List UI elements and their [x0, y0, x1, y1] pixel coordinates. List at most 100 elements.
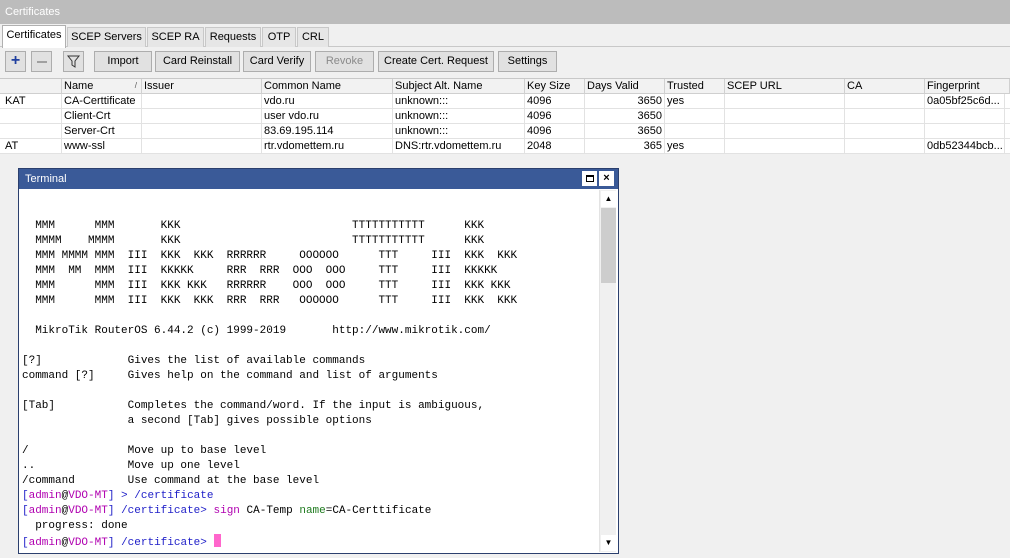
cell-flags: KAT	[0, 94, 62, 109]
window-title: Certificates	[0, 0, 1010, 24]
col-trusted[interactable]: Trusted	[665, 79, 725, 94]
settings-button[interactable]: Settings	[498, 51, 557, 72]
cell-subject-alt-name: unknown:::	[393, 109, 525, 124]
table-header: Name / Issuer Common Name Subject Alt. N…	[0, 79, 1010, 94]
minus-icon	[37, 61, 47, 63]
cell-ca	[845, 94, 925, 109]
cell-ca	[845, 139, 925, 154]
col-name-label: Name	[64, 80, 94, 92]
cell-name: www-ssl	[62, 139, 142, 154]
tab-certificates[interactable]: Certificates	[2, 25, 66, 48]
col-days-valid[interactable]: Days Valid	[585, 79, 665, 94]
add-button[interactable]: +	[5, 51, 26, 72]
tab-otp[interactable]: OTP	[262, 27, 296, 47]
cell-days-valid: 3650	[585, 94, 665, 109]
cell-name: Server-Crt	[62, 124, 142, 139]
scroll-thumb[interactable]	[601, 208, 616, 283]
terminal-output[interactable]: MMM MMM KKK TTTTTTTTTTT KKK MMMM MMMM KK…	[21, 189, 599, 552]
col-common-name[interactable]: Common Name	[262, 79, 393, 94]
terminal-line: MikroTik RouterOS 6.44.2 (c) 1999-2019 h…	[22, 325, 491, 337]
cell-common-name: rtr.vdomettem.ru	[262, 139, 393, 154]
cell-issuer	[142, 139, 262, 154]
import-button[interactable]: Import	[94, 51, 152, 72]
cell-key-size: 2048	[525, 139, 585, 154]
card-verify-button[interactable]: Card Verify	[243, 51, 311, 72]
terminal-banner: MMM MMM KKK TTTTTTTTTTT KKK MMMM MMMM KK…	[21, 189, 599, 489]
cell-key-size: 4096	[525, 124, 585, 139]
cell-scep-url	[725, 94, 845, 109]
cell-subject-alt-name: DNS:rtr.vdomettem.ru	[393, 139, 525, 154]
table-row[interactable]: Client-Crt user vdo.ru unknown::: 4096 3…	[0, 109, 1010, 124]
maximize-button[interactable]	[582, 171, 597, 186]
tab-scep-ra[interactable]: SCEP RA	[147, 27, 204, 47]
cell-days-valid: 3650	[585, 124, 665, 139]
cell-fingerprint: 0a05bf25c6d...	[925, 94, 1005, 109]
certificates-table: Name / Issuer Common Name Subject Alt. N…	[0, 78, 1010, 154]
terminal-line: MMM MMMM MMM III KKK KKK RRRRRR OOOOOO T…	[22, 250, 518, 262]
cell-trusted: yes	[665, 139, 725, 154]
tab-crl[interactable]: CRL	[297, 27, 329, 47]
terminal-scrollbar[interactable]: ▲ ▼	[599, 190, 616, 552]
terminal-line: MMM MMM III KKK KKK RRR RRR OOOOOO TTT I…	[22, 295, 518, 307]
terminal-line: .. Move up one level	[22, 460, 240, 472]
filter-button[interactable]	[63, 51, 84, 72]
terminal-line: [?] Gives the list of available commands	[22, 355, 366, 367]
revoke-button[interactable]: Revoke	[315, 51, 374, 72]
col-flags[interactable]	[0, 79, 62, 94]
cell-scep-url	[725, 109, 845, 124]
tab-requests[interactable]: Requests	[205, 27, 261, 47]
scroll-up-button[interactable]: ▲	[601, 191, 616, 207]
cell-flags: AT	[0, 139, 62, 154]
maximize-icon	[586, 175, 594, 182]
col-ca[interactable]: CA	[845, 79, 925, 94]
cell-issuer	[142, 94, 262, 109]
filter-icon	[66, 55, 81, 68]
terminal-line: MMMM MMMM KKK TTTTTTTTTTT KKK	[22, 235, 485, 247]
col-fingerprint[interactable]: Fingerprint	[925, 79, 1010, 94]
terminal-prompt-line: [admin@VDO-MT] > /certificate	[22, 490, 214, 502]
cell-trusted: yes	[665, 94, 725, 109]
col-subject-alt-name[interactable]: Subject Alt. Name	[393, 79, 525, 94]
remove-button[interactable]	[31, 51, 52, 72]
cell-fingerprint: 0db52344bcb...	[925, 139, 1005, 154]
text-cursor	[213, 534, 221, 547]
cell-issuer	[142, 124, 262, 139]
card-reinstall-button[interactable]: Card Reinstall	[155, 51, 240, 72]
cell-days-valid: 3650	[585, 109, 665, 124]
cell-name: Client-Crt	[62, 109, 142, 124]
tab-scep-servers[interactable]: SCEP Servers	[67, 27, 146, 47]
close-button[interactable]: ×	[599, 171, 614, 186]
terminal-line: MMM MMM KKK TTTTTTTTTTT KKK	[22, 220, 485, 232]
terminal-prompt-line: [admin@VDO-MT] /certificate> sign CA-Tem…	[22, 505, 432, 517]
terminal-line: [Tab] Completes the command/word. If the…	[22, 400, 485, 412]
table-row[interactable]: KAT CA-Certtificate vdo.ru unknown::: 40…	[0, 94, 1010, 109]
cell-fingerprint	[925, 124, 1005, 139]
cell-ca	[845, 124, 925, 139]
cell-subject-alt-name: unknown:::	[393, 94, 525, 109]
cell-ca	[845, 109, 925, 124]
cell-days-valid: 365	[585, 139, 665, 154]
cell-key-size: 4096	[525, 109, 585, 124]
cell-common-name: user vdo.ru	[262, 109, 393, 124]
terminal-current-prompt[interactable]: [admin@VDO-MT] /certificate>	[21, 534, 599, 549]
terminal-titlebar[interactable]: Terminal ×	[19, 169, 618, 189]
table-row[interactable]: AT www-ssl rtr.vdomettem.ru DNS:rtr.vdom…	[0, 139, 1010, 154]
col-name[interactable]: Name /	[62, 79, 142, 94]
cell-flags	[0, 109, 62, 124]
create-cert-request-button[interactable]: Create Cert. Request	[378, 51, 494, 72]
cell-fingerprint	[925, 109, 1005, 124]
cell-trusted	[665, 109, 725, 124]
terminal-title: Terminal	[25, 173, 67, 185]
col-issuer[interactable]: Issuer	[142, 79, 262, 94]
scroll-down-button[interactable]: ▼	[601, 535, 616, 551]
table-row[interactable]: Server-Crt 83.69.195.114 unknown::: 4096…	[0, 124, 1010, 139]
col-scep-url[interactable]: SCEP URL	[725, 79, 845, 94]
terminal-window[interactable]: Terminal × MMM MMM KKK TTTTTTTTTTT KKK M…	[18, 168, 619, 554]
col-key-size[interactable]: Key Size	[525, 79, 585, 94]
terminal-line: command [?] Gives help on the command an…	[22, 370, 438, 382]
terminal-line: MMM MMM III KKK KKK RRRRRR OOO OOO TTT I…	[22, 280, 511, 292]
